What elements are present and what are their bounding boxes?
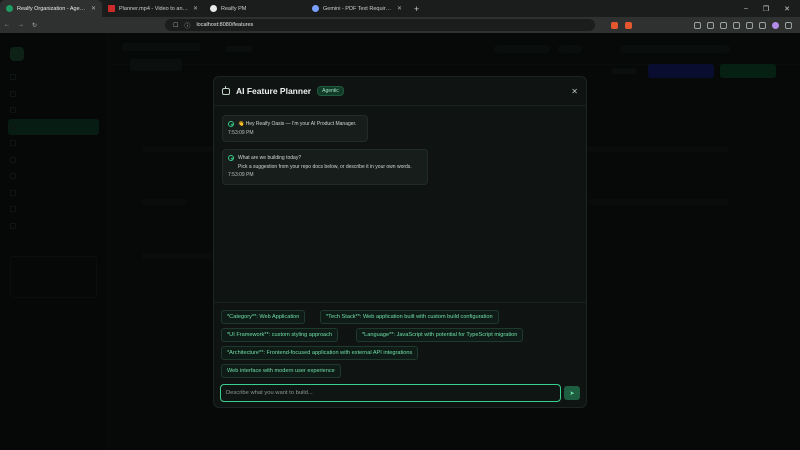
vpn-icon[interactable] [759,21,766,29]
tab-title: Realfy PM [221,5,247,12]
browser-tab-bar: Realfy Organization - Agentic AI ✕ Plann… [0,0,800,17]
message-text: What are we building today? [238,155,302,161]
divider [214,302,586,303]
profile-avatar[interactable] [772,21,779,29]
suggestion-chip[interactable]: *UI Framework**: custom styling approach [221,328,339,342]
message-text: 👋 Hey Realfy Oasis — I'm your AI Product… [238,121,357,127]
modal-header: AI Feature Planner Agentic ✕ [214,77,586,106]
message-time: 7:53:09 PM [228,129,254,136]
agentic-badge: Agentic [317,86,344,96]
browser-tab[interactable]: Gemini - PDF Text Required for Analysis … [306,0,408,17]
close-tab-icon[interactable]: ✕ [397,5,402,12]
suggestion-chip[interactable]: *Tech Stack**: Web application built wit… [320,310,499,324]
address-bar[interactable]: ☐ ⓘ localhost:8080/features [165,19,596,31]
modal-title: AI Feature Planner [236,86,312,96]
browser-tab[interactable]: Planner.mp4 - Video to animated GIF ✕ [102,0,204,17]
brave-rewards-icon[interactable] [625,21,633,29]
minimize-icon[interactable]: – [744,5,748,13]
github-icon [210,5,217,12]
assistant-message: 👋 Hey Realfy Oasis — I'm your AI Product… [222,115,368,143]
message-time: 7:53:09 PM [228,172,254,179]
suggestion-chip[interactable]: *Architecture**: Frontend-focused applic… [221,346,419,360]
close-tab-icon[interactable]: ✕ [91,5,96,12]
message-text: Pick a suggestion from your repo docs be… [238,163,412,170]
wallet-icon[interactable] [733,21,740,29]
suggestion-chip[interactable]: *Category**: Web Application [221,310,306,324]
browser-tab[interactable]: Realfy PM [204,0,306,17]
address-toolbar: ← → ↻ ☐ ⓘ localhost:8080/features [0,17,800,33]
video-icon [108,5,115,12]
prompt-input[interactable] [226,390,555,396]
brave-shield-icon[interactable] [611,21,619,29]
tab-title: Planner.mp4 - Video to animated GIF [119,5,189,12]
bot-icon [222,85,230,95]
window-controls: – ❐ ✕ [744,5,800,13]
check-circle-icon [228,121,234,127]
bookmark-icon[interactable]: ☐ [173,22,178,29]
url-text: localhost:8080/features [196,22,254,28]
ai-feature-planner-modal: AI Feature Planner Agentic ✕ 👋 Hey Realf… [213,76,587,408]
prompt-input-wrapper [220,384,561,402]
assistant-message: What are we building today? Pick a sugge… [222,149,428,185]
suggestion-chip[interactable]: *Language**: JavaScript with potential f… [356,328,524,342]
close-icon[interactable]: ✕ [571,87,578,96]
check-circle-icon [228,155,234,161]
browser-tab[interactable]: Realfy Organization - Agentic AI ✕ [0,0,102,17]
toolbar-icons [694,21,796,29]
download-icon[interactable] [707,21,714,29]
tab-title: Realfy Organization - Agentic AI [17,5,87,12]
tab-title: Gemini - PDF Text Required for Analysis [323,5,393,12]
sidebar-icon[interactable] [720,21,727,29]
extension-icons [611,21,633,29]
send-button[interactable]: ➤ [564,386,580,400]
screenshot-icon[interactable] [694,21,701,29]
back-icon[interactable]: ← [4,22,10,28]
close-window-icon[interactable]: ✕ [784,5,790,13]
send-icon: ➤ [569,390,575,397]
extensions-icon[interactable] [746,21,753,29]
new-tab-button[interactable]: + [408,4,425,14]
realfy-icon [6,5,13,12]
reload-icon[interactable]: ↻ [32,22,37,29]
close-tab-icon[interactable]: ✕ [193,5,198,12]
gemini-icon [312,5,319,12]
menu-icon[interactable] [785,21,792,29]
suggestion-chip[interactable]: Web interface with modern user experienc… [221,364,341,378]
site-info-icon[interactable]: ⓘ [184,21,190,30]
maximize-icon[interactable]: ❐ [763,5,769,13]
forward-icon[interactable]: → [18,22,24,28]
